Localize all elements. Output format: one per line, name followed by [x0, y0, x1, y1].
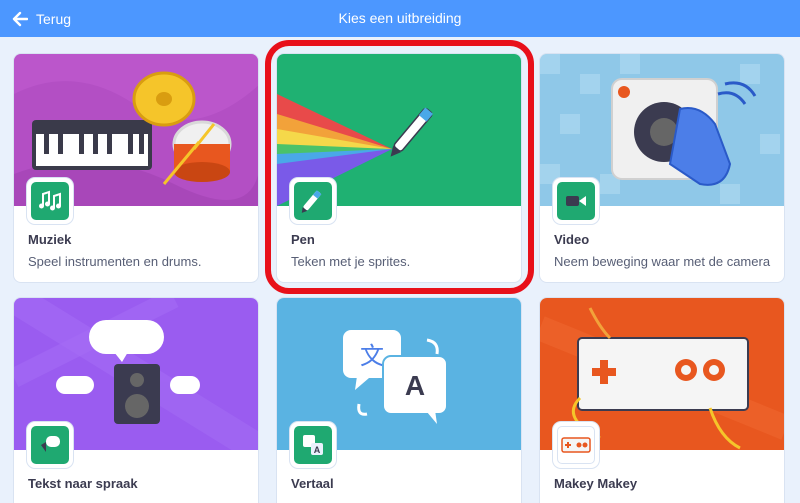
- extension-card-translate[interactable]: 文 A A Vertaal: [276, 297, 522, 503]
- extension-description: Teken met je sprites.: [291, 254, 411, 269]
- page-title: Kies een uitbreiding: [338, 10, 462, 26]
- extension-title: Video: [554, 232, 590, 247]
- extension-title: Muziek: [28, 232, 72, 247]
- extension-card-makey-makey[interactable]: Makey Makey: [539, 297, 785, 503]
- extension-card-video[interactable]: Video Neem beweging waar met de camera: [539, 53, 785, 283]
- translate-icon: A: [290, 422, 336, 468]
- svg-text:A: A: [405, 370, 425, 401]
- video-camera-icon: [553, 178, 599, 224]
- extension-card-muziek[interactable]: Muziek Speel instrumenten en drums.: [13, 53, 259, 283]
- extension-card-pen[interactable]: Pen Teken met je sprites.: [276, 53, 522, 283]
- extension-card-text-to-speech[interactable]: Tekst naar spraak: [13, 297, 259, 503]
- extension-title: Tekst naar spraak: [28, 476, 138, 491]
- music-notes-icon: [27, 178, 73, 224]
- makey-makey-icon: [553, 422, 599, 468]
- svg-text:A: A: [314, 445, 321, 455]
- speech-bubble-icon: [27, 422, 73, 468]
- svg-text:文: 文: [360, 342, 384, 370]
- extension-title: Vertaal: [291, 476, 334, 491]
- extension-title: Pen: [291, 232, 315, 247]
- extension-description: Speel instrumenten en drums.: [28, 254, 202, 269]
- extension-title: Makey Makey: [554, 476, 638, 491]
- pen-icon: [290, 178, 336, 224]
- extension-description: Neem beweging waar met de camera: [554, 254, 771, 269]
- top-bar: Terug Kies een uitbreiding: [0, 0, 800, 37]
